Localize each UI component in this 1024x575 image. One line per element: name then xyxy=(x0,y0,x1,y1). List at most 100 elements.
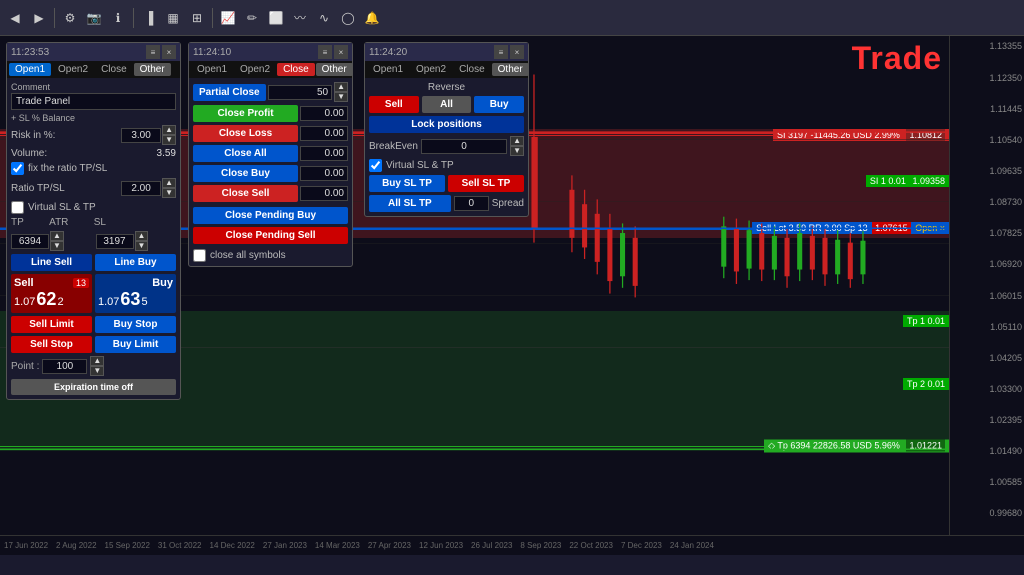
buy-sl-tp-button[interactable]: Buy SL TP xyxy=(369,175,445,192)
sl-value-input[interactable] xyxy=(96,234,134,249)
panel3-virtual-sl-tp-row: Virtual SL & TP xyxy=(369,159,524,172)
line-icon[interactable]: 〰 xyxy=(289,7,311,29)
comment-input[interactable] xyxy=(11,93,176,110)
close-profit-button[interactable]: Close Profit xyxy=(193,105,298,122)
partial-down[interactable]: ▼ xyxy=(334,92,348,102)
panel2-menu-icon[interactable]: ≡ xyxy=(318,45,332,59)
reverse-sell-button[interactable]: Sell xyxy=(369,96,419,113)
price-level-16: 0.99680 xyxy=(989,508,1022,518)
close-buy-input[interactable] xyxy=(300,166,348,181)
point-down-btn[interactable]: ▼ xyxy=(90,366,104,376)
time-label-14: 24 Jan 2024 xyxy=(666,541,718,550)
close-sell-button[interactable]: Close Sell xyxy=(193,185,298,202)
spread-input[interactable] xyxy=(454,196,489,211)
close-loss-input[interactable] xyxy=(300,126,348,141)
circle-icon[interactable]: ◯ xyxy=(337,7,359,29)
draw-icon[interactable]: ✏ xyxy=(241,7,263,29)
close-pending-buy-button[interactable]: Close Pending Buy xyxy=(193,207,348,224)
tab-open2[interactable]: Open2 xyxy=(52,63,94,76)
close-loss-button[interactable]: Close Loss xyxy=(193,125,298,142)
line-buy-button[interactable]: Line Buy xyxy=(95,254,176,271)
point-input[interactable] xyxy=(42,359,87,374)
panel2-tab-open1[interactable]: Open1 xyxy=(191,63,233,76)
forward-icon[interactable]: ▶ xyxy=(28,7,50,29)
alert-icon[interactable]: 🔔 xyxy=(361,7,383,29)
panel3-menu-icon[interactable]: ≡ xyxy=(494,45,508,59)
grid-icon[interactable]: ▦ xyxy=(162,7,184,29)
panel1-close-icon[interactable]: × xyxy=(162,45,176,59)
buy-stop-button[interactable]: Buy Stop xyxy=(95,316,176,333)
close-all-symbols-checkbox[interactable] xyxy=(193,249,206,262)
buy-block[interactable]: Buy 1.07 63 5 xyxy=(95,274,176,313)
panel3-tab-close[interactable]: Close xyxy=(453,63,491,76)
settings-icon[interactable]: ⚙ xyxy=(59,7,81,29)
back-icon[interactable]: ◀ xyxy=(4,7,26,29)
sell-sl-tp-button[interactable]: Sell SL TP xyxy=(448,175,524,192)
breakeven-down[interactable]: ▼ xyxy=(510,146,524,156)
buy-limit-button[interactable]: Buy Limit xyxy=(95,336,176,353)
expiration-button[interactable]: Expiration time off xyxy=(11,379,176,395)
reverse-all-button[interactable]: All xyxy=(422,96,472,113)
tp-down-btn[interactable]: ▼ xyxy=(50,241,64,251)
reverse-buy-button[interactable]: Buy xyxy=(474,96,524,113)
time-label-13: 7 Dec 2023 xyxy=(617,541,666,550)
panel3-virtual-sl-tp-checkbox[interactable] xyxy=(369,159,382,172)
fix-ratio-checkbox[interactable] xyxy=(11,162,24,175)
risk-input[interactable] xyxy=(121,128,161,143)
panel3-tab-open2[interactable]: Open2 xyxy=(410,63,452,76)
virtual-sl-tp-checkbox[interactable] xyxy=(11,201,24,214)
reverse-label: Reverse xyxy=(369,82,524,93)
ratio-up-btn[interactable]: ▲ xyxy=(162,178,176,188)
lock-positions-button[interactable]: Lock positions xyxy=(369,116,524,133)
bar-chart-icon[interactable]: ▐ xyxy=(138,7,160,29)
panel1-menu-icon[interactable]: ≡ xyxy=(146,45,160,59)
tab-other[interactable]: Other xyxy=(134,63,171,76)
price-level-3: 1.11445 xyxy=(990,104,1022,114)
close-all-input[interactable] xyxy=(300,146,348,161)
toolbar: ◀ ▶ ⚙ 📷 ℹ ▐ ▦ ⊞ 📈 ✏ ⬜ 〰 ∿ ◯ 🔔 xyxy=(0,0,1024,36)
panel3-tab-other[interactable]: Other xyxy=(492,63,529,76)
ratio-input[interactable] xyxy=(121,181,161,196)
panel2-tab-open2[interactable]: Open2 xyxy=(234,63,276,76)
indicator-icon[interactable]: 📈 xyxy=(217,7,239,29)
sell-stop-button[interactable]: Sell Stop xyxy=(11,336,92,353)
risk-up-btn[interactable]: ▲ xyxy=(162,125,176,135)
tp-up-btn[interactable]: ▲ xyxy=(50,231,64,241)
close-profit-input[interactable] xyxy=(300,106,348,121)
line-sell-button[interactable]: Line Sell xyxy=(11,254,92,271)
close-buy-button[interactable]: Close Buy xyxy=(193,165,298,182)
panel2-tab-close[interactable]: Close xyxy=(277,63,315,76)
sell-limit-button[interactable]: Sell Limit xyxy=(11,316,92,333)
breakeven-up[interactable]: ▲ xyxy=(510,136,524,146)
partial-close-input[interactable] xyxy=(268,85,332,100)
partial-close-button[interactable]: Partial Close xyxy=(193,84,266,101)
close-sell-input[interactable] xyxy=(300,186,348,201)
panel3-close-icon[interactable]: × xyxy=(510,45,524,59)
info-icon[interactable]: ℹ xyxy=(107,7,129,29)
risk-down-btn[interactable]: ▼ xyxy=(162,135,176,145)
tab-close[interactable]: Close xyxy=(95,63,133,76)
sl-up-btn[interactable]: ▲ xyxy=(135,231,149,241)
breakeven-input[interactable] xyxy=(421,139,507,154)
panel2-tab-other[interactable]: Other xyxy=(316,63,353,76)
point-up-btn[interactable]: ▲ xyxy=(90,356,104,366)
close-all-button[interactable]: Close All xyxy=(193,145,298,162)
price-level-2: 1.12350 xyxy=(989,73,1022,83)
candle-icon[interactable]: ⊞ xyxy=(186,7,208,29)
sl-down-btn[interactable]: ▼ xyxy=(135,241,149,251)
rectangle-icon[interactable]: ⬜ xyxy=(265,7,287,29)
panel2-content: Partial Close ▲ ▼ Close Profit Close Los… xyxy=(189,78,352,266)
panel3-header: 11:24:20 ≡ × xyxy=(365,43,528,61)
sell-block[interactable]: Sell 13 1.07 62 2 xyxy=(11,274,92,313)
panel3-tab-open1[interactable]: Open1 xyxy=(367,63,409,76)
panel2-close-icon[interactable]: × xyxy=(334,45,348,59)
partial-up[interactable]: ▲ xyxy=(334,82,348,92)
close-pending-sell-button[interactable]: Close Pending Sell xyxy=(193,227,348,244)
sl-balance-label[interactable]: + SL % Balance xyxy=(11,113,176,123)
tp-value-input[interactable] xyxy=(11,234,49,249)
all-sl-tp-button[interactable]: All SL TP xyxy=(369,195,451,212)
ratio-down-btn[interactable]: ▼ xyxy=(162,188,176,198)
wave-icon[interactable]: ∿ xyxy=(313,7,335,29)
tab-open1[interactable]: Open1 xyxy=(9,63,51,76)
camera-icon[interactable]: 📷 xyxy=(83,7,105,29)
